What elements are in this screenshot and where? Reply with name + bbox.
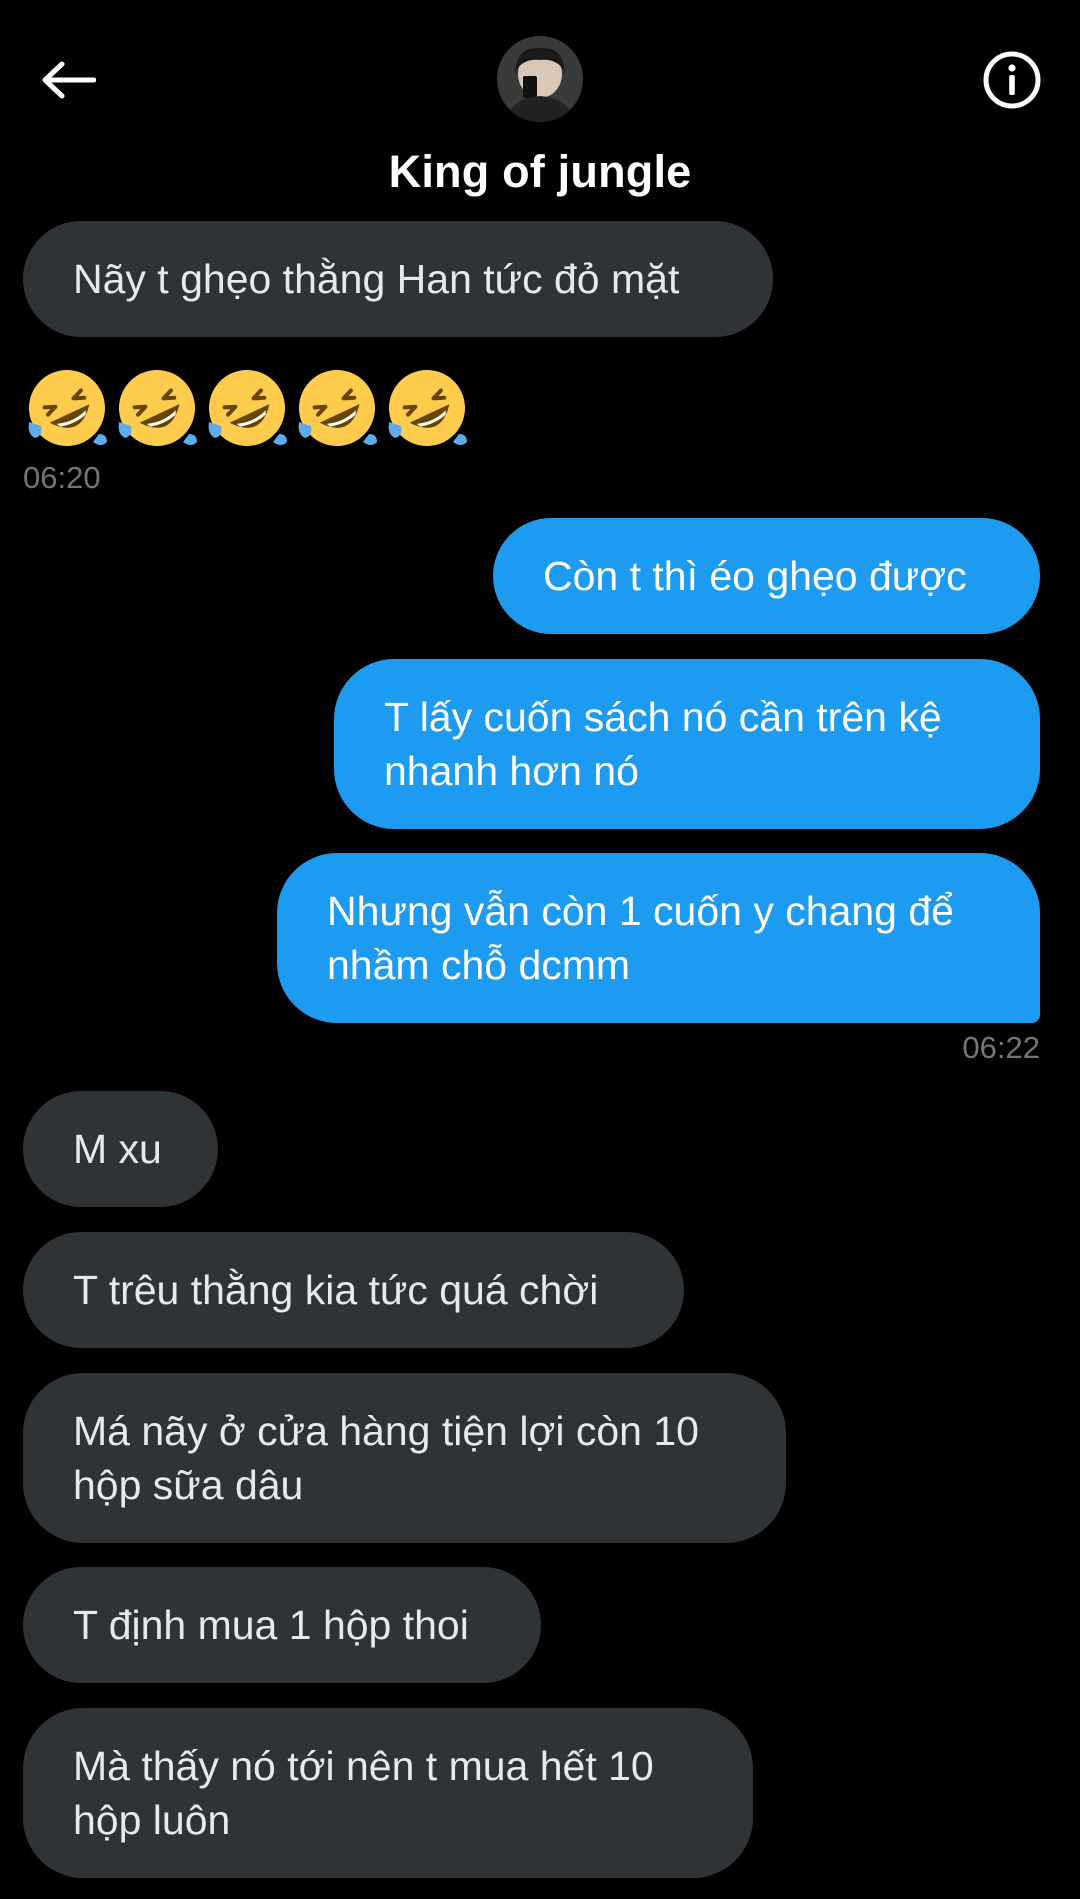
message-text: T trêu thằng kia tức quá chời (73, 1267, 599, 1313)
rolling-on-floor-laughing-icon (388, 370, 467, 446)
message-bubble-incoming[interactable]: T định mua 1 hộp thoi (23, 1567, 541, 1683)
message-bubble-outgoing[interactable]: Còn t thì éo ghẹo được (493, 518, 1040, 634)
message-bubble-incoming[interactable]: T trêu thằng kia tức quá chời (23, 1232, 684, 1348)
message-text: T lấy cuốn sách nó cần trên kệ nhanh hơn… (384, 694, 942, 794)
message-timestamp: 06:22 (962, 1030, 1040, 1065)
avatar[interactable] (497, 36, 583, 122)
message-text: Má nãy ở cửa hàng tiện lợi còn 10 hộp sữ… (73, 1408, 699, 1508)
info-circle-icon (983, 51, 1041, 109)
info-button[interactable] (974, 42, 1050, 118)
message-timestamp: 06:20 (23, 460, 101, 495)
rolling-on-floor-laughing-icon (28, 370, 107, 446)
message-text: Nhưng vẫn còn 1 cuốn y chang để nhầm chỗ… (327, 888, 954, 988)
message-bubble-incoming[interactable]: Nãy t ghẹo thằng Han tức đỏ mặt (23, 221, 773, 337)
avatar-image (497, 36, 583, 122)
message-bubble-incoming[interactable]: M xu (23, 1091, 218, 1207)
back-button[interactable] (30, 42, 106, 118)
message-text: Nãy t ghẹo thằng Han tức đỏ mặt (73, 256, 680, 302)
message-text: Còn t thì éo ghẹo được (543, 553, 967, 599)
rolling-on-floor-laughing-icon (208, 370, 287, 446)
rolling-on-floor-laughing-icon (118, 370, 197, 446)
message-bubble-incoming[interactable]: Má nãy ở cửa hàng tiện lợi còn 10 hộp sữ… (23, 1373, 786, 1543)
message-bubble-outgoing[interactable]: T lấy cuốn sách nó cần trên kệ nhanh hơn… (334, 659, 1040, 829)
rolling-on-floor-laughing-icon (298, 370, 377, 446)
arrow-left-icon (42, 61, 96, 99)
message-bubble-incoming[interactable]: Mà thấy nó tới nên t mua hết 10 hộp luôn (23, 1708, 753, 1878)
conversation-header: King of jungle (0, 0, 1080, 210)
conversation-title: King of jungle (388, 146, 692, 197)
message-text: T định mua 1 hộp thoi (73, 1602, 469, 1648)
emoji-message[interactable] (23, 364, 471, 454)
message-text: Mà thấy nó tới nên t mua hết 10 hộp luôn (73, 1743, 654, 1843)
message-bubble-outgoing[interactable]: Nhưng vẫn còn 1 cuốn y chang để nhầm chỗ… (277, 853, 1040, 1023)
message-text: M xu (73, 1126, 162, 1172)
